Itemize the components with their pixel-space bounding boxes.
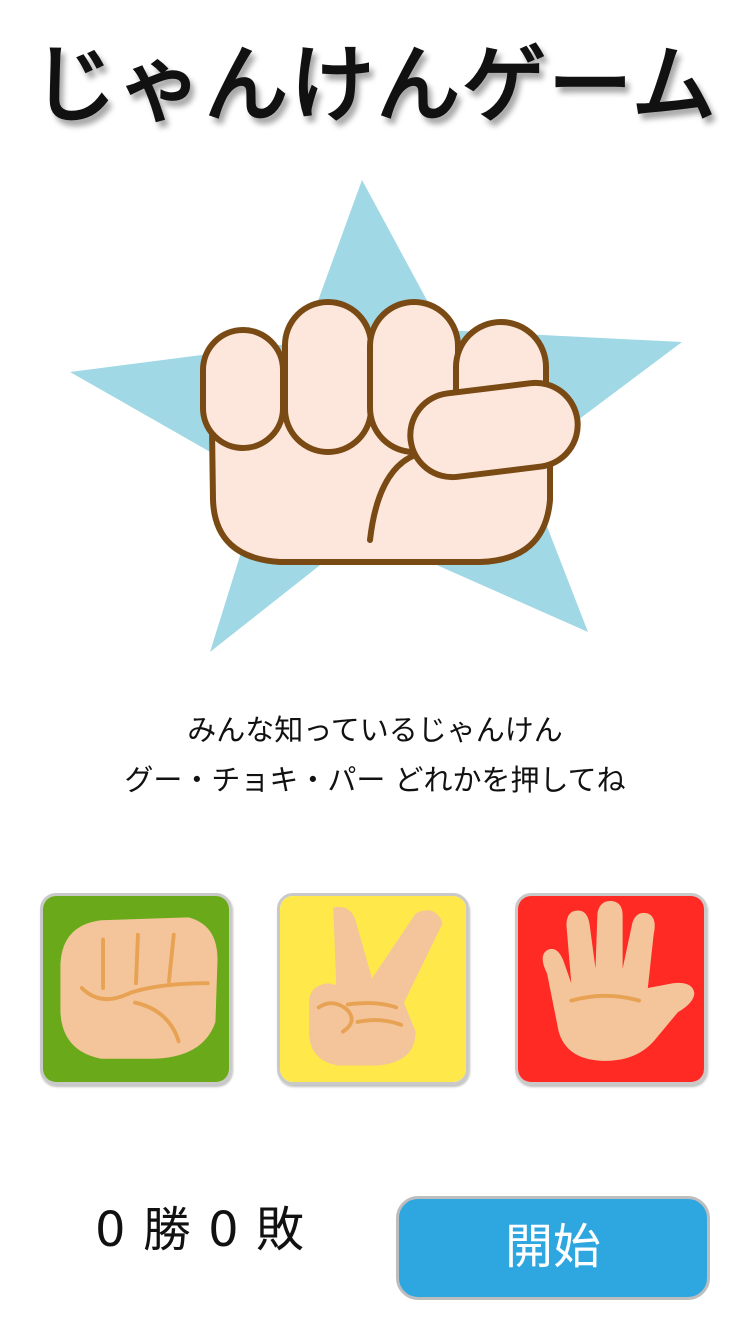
score-display: 0 勝 0 敗 <box>60 1195 340 1265</box>
description-line-2: グー・チョキ・パー どれかを押してね <box>124 763 626 797</box>
paper-button[interactable] <box>515 893 707 1085</box>
scissors-hand-icon <box>280 896 466 1082</box>
rock-button[interactable] <box>40 893 232 1085</box>
description-line-1: みんな知っているじゃんけん <box>187 713 563 747</box>
description: みんな知っているじゃんけん グー・チョキ・パー どれかを押してね <box>0 705 750 805</box>
wins-label: 勝 <box>142 1202 192 1258</box>
rock-hand-icon <box>43 896 229 1082</box>
start-button[interactable]: 開始 <box>396 1196 710 1300</box>
losses-count: 0 <box>208 1202 240 1258</box>
choice-buttons <box>40 893 710 1089</box>
losses-label: 敗 <box>255 1202 305 1258</box>
paper-hand-icon <box>518 896 704 1082</box>
fist-on-star-icon <box>70 180 682 652</box>
wins-count: 0 <box>95 1202 127 1258</box>
scissors-button[interactable] <box>277 893 469 1085</box>
game-title: じゃんけんゲーム <box>32 36 718 134</box>
hero-image <box>60 170 690 670</box>
